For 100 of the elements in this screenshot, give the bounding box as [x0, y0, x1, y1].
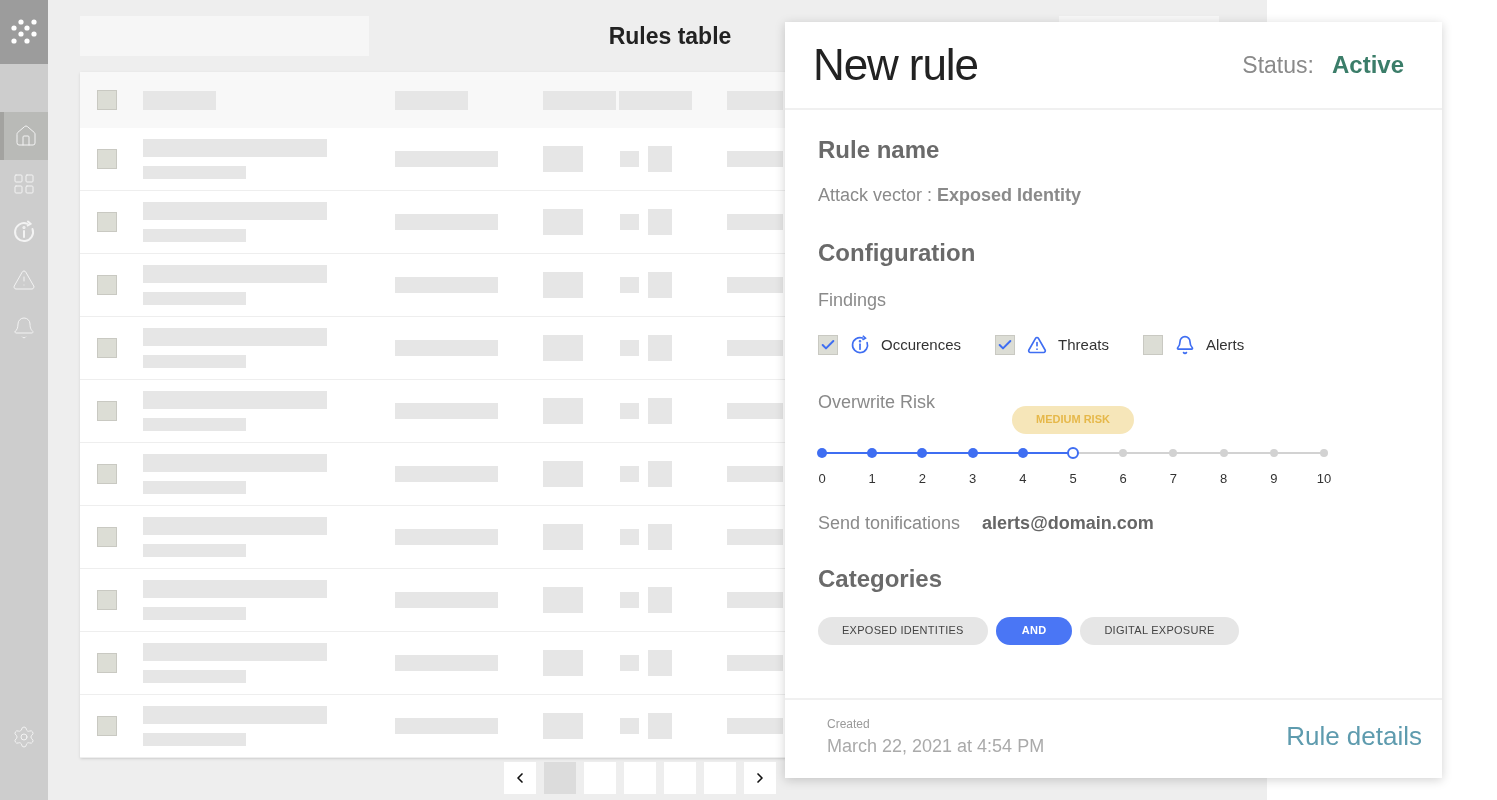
- risk-badge: MEDIUM RISK: [1012, 405, 1134, 434]
- panel-title: New rule: [813, 39, 978, 91]
- checkbox[interactable]: [97, 464, 117, 484]
- risk-label: Overwrite Risk: [818, 390, 935, 414]
- placeholder-bar: [727, 277, 783, 293]
- finding-label: Occurences: [881, 335, 962, 355]
- tick-label: 6: [1119, 469, 1127, 488]
- placeholder-bar: [727, 151, 783, 167]
- tick-label: 0: [818, 469, 826, 488]
- placeholder-bar: [543, 461, 583, 487]
- placeholder-bar: [620, 277, 639, 293]
- warning-icon: [12, 268, 36, 292]
- attack-vector-text: Attack vector : Exposed Identity: [818, 184, 1082, 207]
- tick-label: 3: [969, 469, 977, 488]
- checkbox[interactable]: [97, 275, 117, 295]
- bell-icon: [12, 316, 36, 340]
- home-icon: [14, 124, 38, 148]
- checkbox[interactable]: [97, 212, 117, 232]
- placeholder-bar: [727, 718, 783, 734]
- bell-icon: [1174, 335, 1195, 356]
- status-label: Status:: [1242, 50, 1314, 80]
- operator-tag[interactable]: AND: [995, 616, 1073, 645]
- placeholder-bar: [727, 340, 783, 356]
- tick-label: 1: [868, 469, 876, 488]
- checkbox[interactable]: [1142, 335, 1163, 356]
- checkbox[interactable]: [97, 716, 117, 736]
- placeholder-bar: [727, 529, 783, 545]
- checkbox[interactable]: [97, 590, 117, 610]
- findings-label: Findings: [818, 289, 887, 312]
- checkbox[interactable]: [818, 335, 838, 356]
- placeholder-bar: [648, 587, 672, 613]
- placeholder-bar: [648, 272, 672, 298]
- placeholder-bar: [648, 713, 672, 739]
- created-date: March 22, 2021 at 4:54 PM: [827, 735, 1045, 758]
- placeholder-bar: [620, 592, 639, 608]
- placeholder-bar: [543, 335, 583, 361]
- placeholder-bar: [648, 524, 672, 550]
- placeholder-bar: [543, 587, 583, 613]
- placeholder-bar: [620, 403, 639, 419]
- placeholder-bar: [648, 146, 672, 172]
- placeholder-bar: [648, 398, 672, 424]
- slider-thumb[interactable]: [1067, 446, 1079, 459]
- previous-page-button[interactable]: [504, 762, 536, 794]
- tick-label: 4: [1019, 469, 1027, 488]
- placeholder-bar: [543, 209, 583, 235]
- placeholder-bar: [620, 655, 639, 671]
- notifications-email: alerts@domain.com: [982, 511, 1154, 535]
- placeholder-bar: [543, 398, 583, 424]
- category-tag[interactable]: DIGITAL EXPOSURE: [1080, 616, 1239, 645]
- info-refresh-icon: [12, 220, 36, 244]
- placeholder-bar: [620, 214, 639, 230]
- tick-label: 9: [1270, 469, 1278, 488]
- placeholder-bar: [543, 146, 583, 172]
- category-tag[interactable]: EXPOSED IDENTITIES: [818, 616, 988, 645]
- placeholder-bar: [543, 272, 583, 298]
- placeholder-bar: [620, 340, 639, 356]
- tick-label: 2: [918, 469, 926, 488]
- placeholder-bar: [620, 466, 639, 482]
- placeholder-bar: [727, 90, 783, 110]
- warning-icon: [1027, 335, 1048, 356]
- checkbox[interactable]: [97, 149, 117, 169]
- finding-label: Threats: [1058, 335, 1109, 355]
- placeholder-bar: [727, 403, 783, 419]
- placeholder-bar: [648, 650, 672, 676]
- grid-icon: [12, 172, 36, 196]
- settings-icon[interactable]: [12, 725, 36, 749]
- placeholder-bar: [543, 650, 583, 676]
- next-page-button[interactable]: [744, 762, 776, 794]
- checkbox[interactable]: [97, 338, 117, 358]
- placeholder-bar: [543, 713, 583, 739]
- placeholder-bar: [620, 151, 639, 167]
- placeholder-bar: [620, 718, 639, 734]
- tick-label: 7: [1169, 469, 1177, 488]
- placeholder-bar: [727, 466, 783, 482]
- tick-label: 5: [1069, 469, 1077, 488]
- status-value: Active: [1331, 50, 1404, 80]
- section-heading: Rule name: [818, 135, 940, 165]
- checkbox[interactable]: [97, 401, 117, 421]
- dots-logo-icon: [11, 19, 37, 45]
- tick-label: 10: [1316, 469, 1332, 488]
- section-heading: Configuration: [818, 238, 976, 268]
- placeholder-bar: [727, 655, 783, 671]
- placeholder-bar: [648, 209, 672, 235]
- placeholder-bar: [543, 524, 583, 550]
- checkbox[interactable]: [97, 653, 117, 673]
- info-refresh-icon: [850, 335, 870, 356]
- placeholder-bar: [620, 529, 639, 545]
- page-title: Rules table: [608, 21, 732, 51]
- finding-label: Alerts: [1205, 335, 1245, 355]
- placeholder-bar: [648, 461, 672, 487]
- checkbox[interactable]: [97, 527, 117, 547]
- created-label: Created: [827, 716, 871, 733]
- section-heading: Categories: [818, 563, 943, 594]
- placeholder-bar: [727, 592, 783, 608]
- tick-label: 8: [1220, 469, 1228, 488]
- checkbox[interactable]: [97, 90, 117, 110]
- placeholder-bar: [727, 214, 783, 230]
- sidebar-item[interactable]: [0, 112, 48, 160]
- placeholder-bar: [648, 335, 672, 361]
- checkbox[interactable]: [995, 335, 1016, 356]
